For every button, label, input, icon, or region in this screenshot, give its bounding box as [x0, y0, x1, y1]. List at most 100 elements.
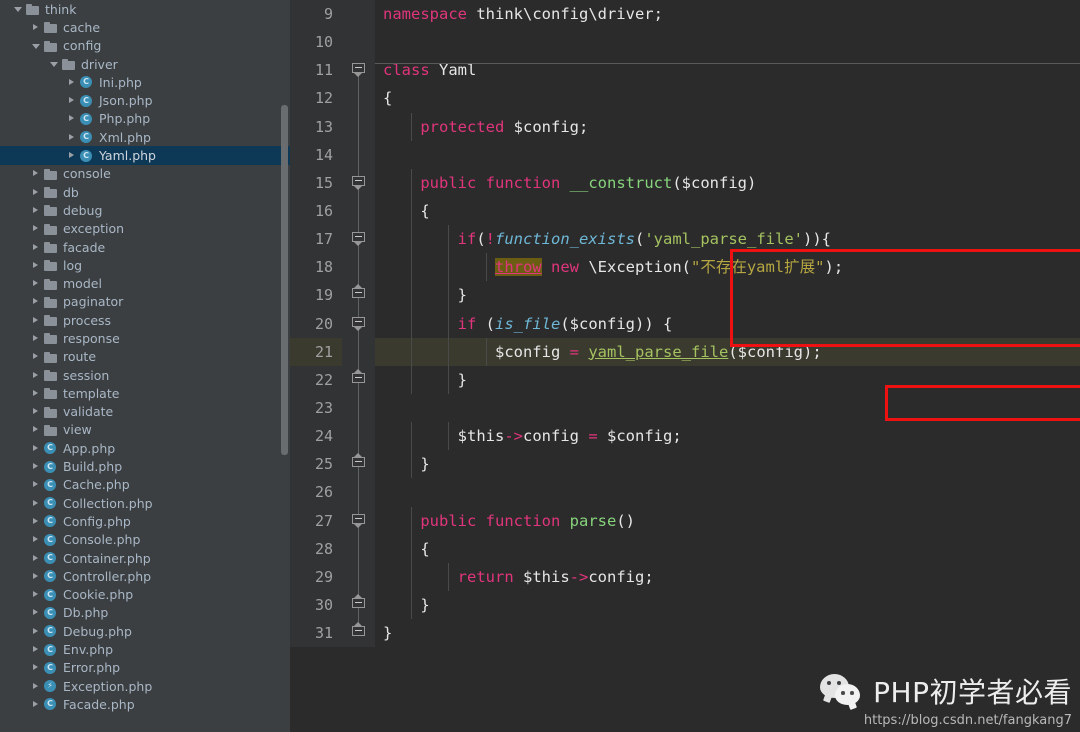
chevron-right-icon[interactable]: [30, 277, 43, 290]
tree-item-model[interactable]: model: [0, 274, 290, 292]
code-line[interactable]: 31}: [290, 619, 1080, 648]
tree-item-session[interactable]: session: [0, 366, 290, 384]
fold-gutter[interactable]: [342, 281, 375, 310]
code-line[interactable]: 9 namespace think\config\driver;: [290, 0, 1080, 29]
chevron-right-icon[interactable]: [30, 259, 43, 272]
tree-item-cache[interactable]: cache: [0, 18, 290, 36]
fold-marker-up[interactable]: [352, 284, 365, 302]
fold-gutter[interactable]: [342, 225, 375, 254]
tree-item-php-php[interactable]: Php.php: [0, 110, 290, 128]
fold-gutter[interactable]: [342, 309, 375, 338]
fold-gutter[interactable]: [342, 140, 375, 169]
tree-item-debug-php[interactable]: Debug.php: [0, 622, 290, 640]
tree-item-env-php[interactable]: Env.php: [0, 640, 290, 658]
tree-item-facade[interactable]: facade: [0, 238, 290, 256]
sidebar-vertical-scrollbar[interactable]: [281, 105, 288, 455]
tree-item-config[interactable]: config: [0, 37, 290, 55]
tree-item-exception-php[interactable]: Exception.php: [0, 677, 290, 695]
tree-item-ini-php[interactable]: Ini.php: [0, 73, 290, 91]
tree-item-console-php[interactable]: Console.php: [0, 531, 290, 549]
fold-marker-up[interactable]: [352, 593, 365, 612]
code-line[interactable]: 13 protected $config;: [290, 112, 1080, 141]
tree-item-view[interactable]: view: [0, 421, 290, 439]
chevron-right-icon[interactable]: [30, 405, 43, 418]
tree-item-driver[interactable]: driver: [0, 55, 290, 73]
chevron-right-icon[interactable]: [30, 460, 43, 473]
fold-gutter[interactable]: [342, 393, 375, 423]
code-line[interactable]: 18 throw new \Exception("不存在yaml扩展");: [290, 253, 1080, 282]
chevron-right-icon[interactable]: [66, 131, 79, 144]
chevron-right-icon[interactable]: [30, 204, 43, 217]
fold-gutter[interactable]: [342, 84, 375, 113]
chevron-right-icon[interactable]: [30, 533, 43, 546]
tree-item-collection-php[interactable]: Collection.php: [0, 494, 290, 512]
fold-gutter[interactable]: [342, 562, 375, 591]
tree-item-facade-php[interactable]: Facade.php: [0, 695, 290, 713]
chevron-right-icon[interactable]: [30, 442, 43, 455]
chevron-right-icon[interactable]: [30, 552, 43, 565]
code-line[interactable]: 23: [290, 393, 1080, 423]
fold-marker-down[interactable]: [352, 513, 365, 528]
fold-gutter[interactable]: [342, 478, 375, 507]
chevron-right-icon[interactable]: [30, 680, 43, 693]
chevron-right-icon[interactable]: [66, 76, 79, 89]
code-editor[interactable]: 9 namespace think\config\driver; 10 11 class…: [290, 0, 1080, 732]
code-line[interactable]: 19 }: [290, 281, 1080, 310]
fold-gutter[interactable]: [342, 450, 375, 479]
fold-gutter[interactable]: [342, 619, 375, 648]
chevron-down-icon[interactable]: [12, 3, 25, 16]
tree-item-template[interactable]: template: [0, 384, 290, 402]
tree-item-controller-php[interactable]: Controller.php: [0, 567, 290, 585]
fold-gutter[interactable]: [342, 196, 375, 226]
code-line[interactable]: 24 $this->config = $config;: [290, 422, 1080, 451]
chevron-right-icon[interactable]: [30, 588, 43, 601]
fold-gutter[interactable]: [342, 590, 375, 620]
tree-item-build-php[interactable]: Build.php: [0, 457, 290, 475]
fold-gutter[interactable]: [342, 253, 375, 282]
code-line[interactable]: 28 {: [290, 534, 1080, 563]
fold-gutter[interactable]: [342, 168, 375, 197]
fold-marker-down[interactable]: [352, 316, 365, 331]
code-line[interactable]: 26: [290, 478, 1080, 507]
tree-item-exception[interactable]: exception: [0, 220, 290, 238]
project-tree-sidebar[interactable]: think cache config driver Ini.php Json.php Php…: [0, 0, 290, 732]
fold-gutter[interactable]: [342, 0, 375, 29]
tree-item-debug[interactable]: debug: [0, 201, 290, 219]
chevron-right-icon[interactable]: [66, 94, 79, 107]
tree-item-app-php[interactable]: App.php: [0, 439, 290, 457]
code-line[interactable]: 11 class Yaml: [290, 56, 1080, 85]
fold-marker-down[interactable]: [352, 175, 365, 190]
fold-gutter[interactable]: [342, 112, 375, 141]
chevron-right-icon[interactable]: [30, 186, 43, 199]
chevron-right-icon[interactable]: [30, 698, 43, 711]
chevron-right-icon[interactable]: [30, 314, 43, 327]
tree-item-db-php[interactable]: Db.php: [0, 604, 290, 622]
tree-item-response[interactable]: response: [0, 329, 290, 347]
fold-marker-down[interactable]: [352, 63, 365, 78]
tree-item-xml-php[interactable]: Xml.php: [0, 128, 290, 146]
tree-item-cache-php[interactable]: Cache.php: [0, 476, 290, 494]
code-line[interactable]: 20 if (is_file($config)) {: [290, 309, 1080, 338]
chevron-right-icon[interactable]: [30, 515, 43, 528]
fold-marker-up[interactable]: [352, 622, 365, 640]
code-line[interactable]: 10: [290, 28, 1080, 57]
code-line[interactable]: 25 }: [290, 450, 1080, 479]
code-line[interactable]: 27 public function parse(): [290, 506, 1080, 535]
chevron-right-icon[interactable]: [30, 369, 43, 382]
chevron-right-icon[interactable]: [66, 149, 79, 162]
code-line[interactable]: 14: [290, 140, 1080, 169]
tree-item-error-php[interactable]: Error.php: [0, 659, 290, 677]
fold-gutter[interactable]: [342, 28, 375, 57]
chevron-right-icon[interactable]: [30, 241, 43, 254]
chevron-right-icon[interactable]: [30, 167, 43, 180]
chevron-right-icon[interactable]: [30, 497, 43, 510]
code-line[interactable]: 12 {: [290, 84, 1080, 113]
tree-item-think[interactable]: think: [0, 0, 290, 18]
tree-item-yaml-php[interactable]: Yaml.php: [0, 146, 290, 165]
chevron-right-icon[interactable]: [30, 478, 43, 491]
chevron-right-icon[interactable]: [30, 332, 43, 345]
fold-marker-up[interactable]: [352, 453, 365, 471]
tree-item-container-php[interactable]: Container.php: [0, 549, 290, 567]
chevron-right-icon[interactable]: [30, 387, 43, 400]
code-line[interactable]: 17 if(!function_exists('yaml_parse_file'…: [290, 225, 1080, 254]
